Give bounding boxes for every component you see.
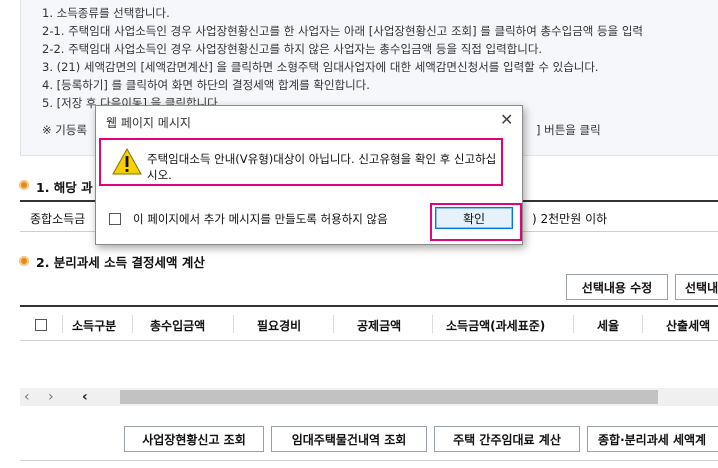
dialog-message: 주택임대소득 안내(V유형)대상이 아닙니다. 신고유형을 확인 후 신고하십시…: [147, 152, 497, 182]
tax-calculation-button[interactable]: 종합·분리과세 세액계: [587, 426, 718, 452]
scroll-step-left-icon[interactable]: ‹: [82, 389, 88, 405]
scroll-left-icon[interactable]: ‹: [24, 389, 30, 405]
close-icon[interactable]: ✕: [500, 110, 513, 129]
column-income-type: 소득구분: [72, 319, 117, 333]
column-total-revenue: 총수입금액: [150, 319, 206, 333]
column-tax-rate: 세율: [597, 319, 620, 333]
column-deduction: 공제금액: [357, 319, 402, 333]
section2-title: 2. 분리과세 소득 결정세액 계산: [36, 255, 205, 270]
delete-selected-button[interactable]: 선택내: [675, 274, 718, 300]
suppress-messages-checkbox[interactable]: [109, 213, 121, 225]
section1-row-value: ) 2천만원 이하: [532, 212, 608, 226]
dialog-message-highlight: 주택임대소득 안내(V유형)대상이 아닙니다. 신고유형을 확인 후 신고하십시…: [99, 138, 503, 186]
column-divider: [573, 315, 574, 333]
select-all-checkbox[interactable]: [35, 319, 47, 331]
warning-icon: [112, 147, 142, 175]
scrollbar-thumb[interactable]: [120, 390, 658, 404]
table-horizontal-scrollbar[interactable]: ‹ › ‹: [20, 388, 718, 406]
scroll-right-icon[interactable]: ›: [48, 389, 54, 405]
column-necessary-expenses: 필요경비: [257, 319, 302, 333]
guide-line-3: 3. (21) 세액감면의 [세액감면계산] 을 클릭하면 소형주택 임대사업자…: [42, 60, 599, 74]
column-divider: [233, 315, 234, 333]
column-computed-tax: 산출세액: [666, 319, 711, 333]
web-page-message-dialog: 웹 페이지 메시지 ✕ 주택임대소득 안내(V유형)대상이 아닙니다. 신고유형…: [95, 105, 523, 245]
guide-line-2-1: 2-1. 주택임대 사업소득인 경우 사업장현황신고를 한 사업자는 아래 [사…: [42, 24, 644, 38]
result-table-header: 소득구분 총수입금액 필요경비 공제금액 소득금액(과세표준) 세율 산출세액: [20, 305, 718, 341]
guide-line-2-2: 2-2. 주택임대 사업소득인 경우 사업장현황신고를 하지 않은 사업자는 총…: [42, 42, 543, 56]
guide-note-tail: ] 버튼을 클릭: [536, 123, 601, 137]
dialog-title: 웹 페이지 메시지: [106, 116, 191, 130]
guide-line-1: 1. 소득종류를 선택합니다.: [42, 6, 170, 20]
column-taxable-income: 소득금액(과세표준): [446, 319, 546, 333]
column-divider: [62, 315, 63, 333]
rental-housing-list-lookup-button[interactable]: 임대주택물건내역 조회: [271, 426, 427, 452]
column-divider: [642, 315, 643, 333]
column-divider: [432, 315, 433, 333]
section1-title: 1. 해당 과: [36, 180, 93, 195]
section1-bullet-icon: [19, 180, 29, 190]
column-divider: [132, 315, 133, 333]
deemed-rent-calculation-button[interactable]: 주택 간주임대료 계산: [434, 426, 580, 452]
guide-note: ※ 기등록: [42, 123, 88, 137]
ok-button[interactable]: 확인: [435, 207, 513, 229]
section1-row-label: 종합소득금: [30, 212, 86, 226]
suppress-messages-label: 이 페이지에서 추가 메시지를 만들도록 허용하지 않음: [133, 212, 388, 226]
business-status-report-lookup-button[interactable]: 사업장현황신고 조회: [124, 426, 264, 452]
footer-divider: [20, 460, 718, 461]
section2-bullet-icon: [19, 256, 29, 266]
column-divider: [333, 315, 334, 333]
guide-line-4: 4. [등록하기] 를 클릭하여 화면 하단의 결정세액 합계를 확인합니다.: [42, 78, 370, 92]
edit-selected-button[interactable]: 선택내용 수정: [566, 274, 668, 300]
